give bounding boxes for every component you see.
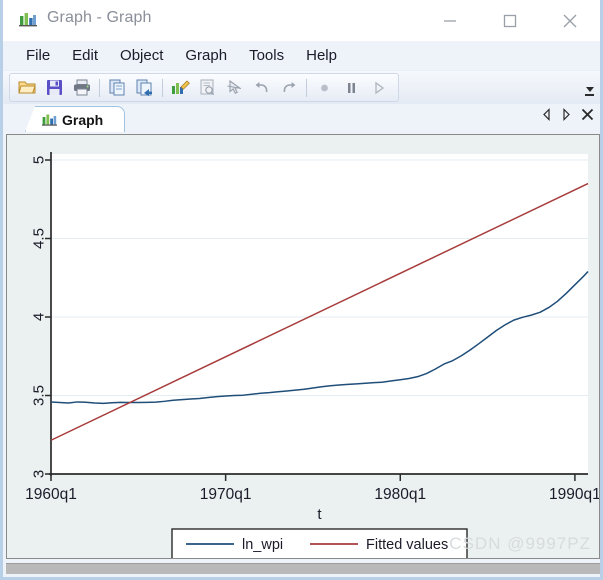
save-icon[interactable] (41, 75, 68, 100)
title-bar: Graph - Graph (3, 0, 600, 41)
tab-label: Graph (62, 111, 104, 128)
plot-region (51, 154, 588, 474)
status-bar (6, 563, 600, 574)
graph-editor-icon[interactable] (167, 75, 194, 100)
more-toolbar-icon[interactable] (583, 76, 596, 96)
copy-icon[interactable] (104, 75, 131, 100)
legend-label: ln_wpi (242, 537, 283, 553)
menu-object[interactable]: Object (109, 45, 174, 66)
play-icon[interactable] (365, 75, 392, 100)
x-tick-label: 1970q1 (200, 486, 252, 503)
menu-help[interactable]: Help (295, 45, 348, 66)
log-icon[interactable] (194, 75, 221, 100)
undo-icon[interactable] (248, 75, 275, 100)
y-tick-label: 5 (31, 156, 48, 164)
x-tick-label: 1990q1 (549, 486, 599, 503)
tab-navigation (541, 108, 594, 125)
print-icon[interactable] (68, 75, 95, 100)
menu-graph[interactable]: Graph (174, 45, 238, 66)
y-tick-label: 3 (31, 470, 48, 478)
y-tick-label: 3.5 (31, 385, 48, 406)
toolbar-separator (162, 78, 163, 97)
close-tab-icon[interactable] (581, 108, 594, 125)
next-tab-icon[interactable] (561, 108, 572, 125)
tab-strip: Graph (3, 104, 600, 132)
watermark: CSDN @9997PZ (449, 534, 591, 553)
bar-chart-icon (42, 113, 57, 126)
toolbar-separator (306, 78, 307, 97)
x-axis-title: t (317, 506, 322, 523)
menu-edit[interactable]: Edit (61, 45, 109, 66)
graph-canvas[interactable]: 3 3.5 4 4.5 5 1960q1 1970q1 1980q1 1990q1 t ln_wpi… (6, 134, 600, 559)
window-controls (420, 0, 600, 41)
toolbar-separator (99, 78, 100, 97)
close-button[interactable] (540, 0, 600, 41)
window-title: Graph - Graph (47, 9, 152, 26)
maximize-button[interactable] (480, 0, 540, 41)
pause-icon[interactable] (338, 75, 365, 100)
minimize-button[interactable] (420, 0, 480, 41)
stata-graph: 3 3.5 4 4.5 5 1960q1 1970q1 1980q1 1990q1 t ln_wpi… (25, 152, 599, 558)
tab-graph[interactable]: Graph (25, 106, 125, 132)
x-tick-label: 1980q1 (374, 486, 426, 503)
y-tick-label: 4 (31, 313, 48, 321)
legend-label: Fitted values (366, 537, 448, 553)
menu-tools[interactable]: Tools (238, 45, 295, 66)
open-icon[interactable] (14, 75, 41, 100)
menu-bar: File Edit Object Graph Tools Help (3, 41, 600, 70)
graph-window: Graph - Graph File Edit Object Graph Too… (0, 0, 603, 580)
prev-tab-icon[interactable] (541, 108, 552, 125)
redo-icon[interactable] (275, 75, 302, 100)
menu-file[interactable]: File (15, 45, 61, 66)
x-tick-label: 1960q1 (25, 486, 77, 503)
toolbar (3, 70, 600, 104)
pointer-icon[interactable] (221, 75, 248, 100)
bar-chart-icon (19, 11, 37, 27)
record-icon[interactable] (311, 75, 338, 100)
paste-special-icon[interactable] (131, 75, 158, 100)
y-tick-label: 4.5 (31, 228, 48, 249)
